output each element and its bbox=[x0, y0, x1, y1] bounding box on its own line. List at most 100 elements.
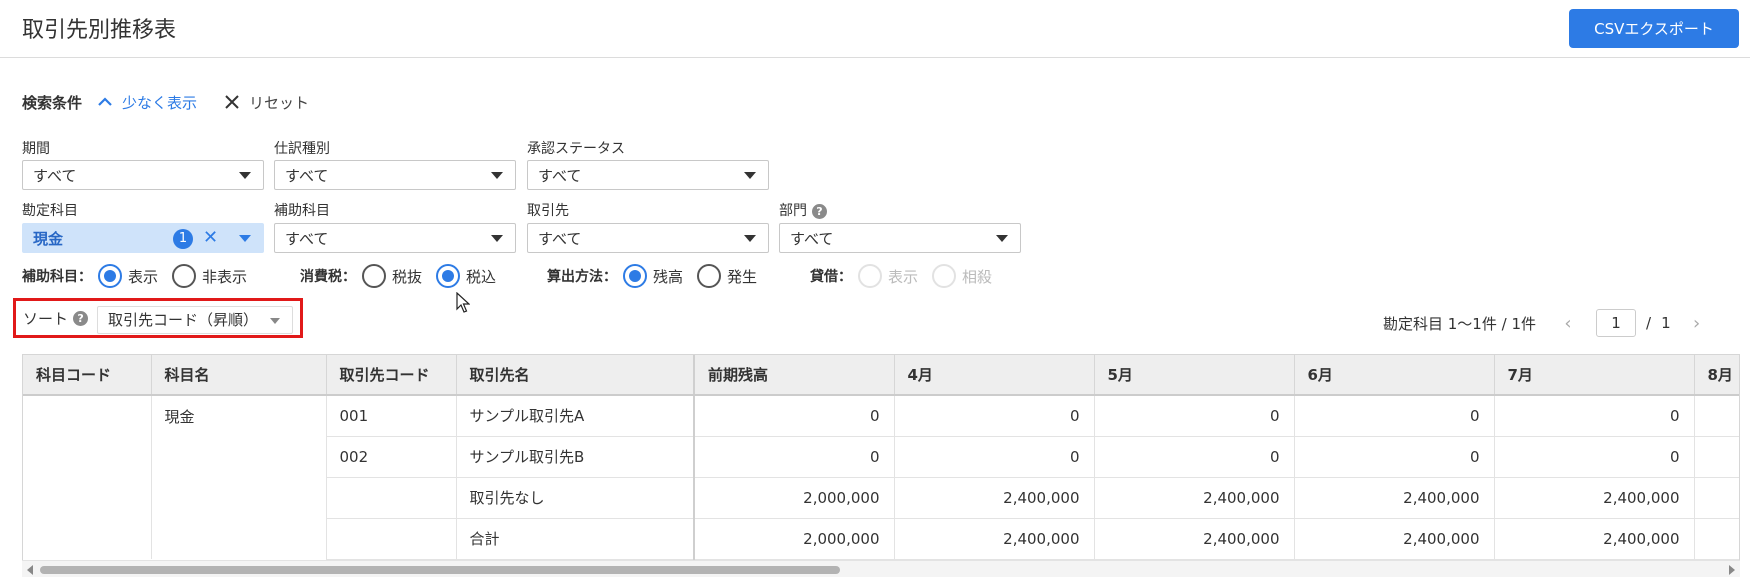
department-value: すべて bbox=[790, 229, 834, 248]
mouse-cursor-icon bbox=[456, 292, 470, 313]
radio-debit-credit-show: 表示 bbox=[858, 264, 918, 288]
prev-page-button[interactable]: ‹ bbox=[1554, 313, 1582, 334]
table-cell: 0 bbox=[1294, 436, 1495, 478]
partner-label: 取引先 bbox=[527, 203, 569, 219]
radio-disabled-icon bbox=[858, 264, 882, 288]
table-cell: 2,000,000 bbox=[694, 477, 895, 519]
radio-unchecked-icon bbox=[697, 264, 722, 288]
table-cell: 0 bbox=[694, 395, 895, 437]
table-cell: 2,400,000 bbox=[1294, 518, 1495, 560]
scroll-left-icon[interactable] bbox=[27, 565, 33, 575]
clear-icon[interactable]: ✕ bbox=[203, 227, 218, 248]
table-cell bbox=[326, 477, 457, 519]
table-cell: 2,400,000 bbox=[1494, 477, 1695, 519]
department-select[interactable]: すべて bbox=[779, 223, 1021, 253]
table-cell bbox=[23, 518, 152, 559]
journal-type-select[interactable]: すべて bbox=[274, 160, 516, 190]
tax-group: 消費税： 税抜 税込 bbox=[300, 262, 510, 290]
reset-label: リセット bbox=[249, 93, 310, 112]
radio-checked-icon bbox=[436, 264, 461, 288]
table-cell: 0 bbox=[1094, 436, 1295, 478]
radio-label: 発生 bbox=[727, 267, 758, 286]
column-header: 6月 bbox=[1294, 355, 1495, 396]
caret-down-icon bbox=[744, 172, 756, 179]
radio-disabled-icon bbox=[932, 264, 957, 288]
table-cell: サンプル取引先A bbox=[456, 395, 695, 437]
approval-status-label: 承認ステータス bbox=[527, 141, 625, 157]
table-cell: 0 bbox=[1294, 395, 1495, 437]
page-header: 取引先別推移表 CSVエクスポート bbox=[0, 0, 1750, 58]
table-header-row: 科目コード 科目名 取引先コード 取引先名 前期残高 4月 5月 6月 7月 8… bbox=[23, 355, 1739, 396]
table-cell bbox=[326, 518, 457, 560]
table-cell bbox=[1694, 518, 1739, 560]
caret-down-icon bbox=[744, 235, 756, 242]
account-label: 勘定科目 bbox=[22, 203, 78, 219]
page-number-input[interactable]: 1 bbox=[1596, 309, 1636, 337]
column-header: 4月 bbox=[894, 355, 1095, 396]
table-cell bbox=[1694, 395, 1739, 437]
table-cell: 現金 bbox=[151, 395, 327, 436]
approval-status-select[interactable]: すべて bbox=[527, 160, 769, 190]
radio-tax-excluded[interactable]: 税抜 bbox=[362, 264, 422, 288]
table-cell: 2,400,000 bbox=[1494, 518, 1695, 560]
column-header: 取引先名 bbox=[456, 355, 695, 396]
partner-select[interactable]: すべて bbox=[527, 223, 769, 253]
next-page-button[interactable]: › bbox=[1683, 313, 1711, 334]
scroll-right-icon[interactable] bbox=[1729, 565, 1735, 575]
radio-label: 表示 bbox=[128, 267, 159, 286]
account-count-badge: 1 bbox=[173, 229, 193, 249]
radio-unchecked-icon bbox=[362, 264, 386, 288]
sub-account-display-label: 補助科目： bbox=[22, 269, 92, 285]
table-cell bbox=[151, 436, 327, 477]
sub-account-label: 補助科目 bbox=[274, 203, 330, 219]
sub-account-display-group: 補助科目： 表示 非表示 bbox=[22, 262, 261, 290]
horizontal-scrollbar[interactable] bbox=[22, 560, 1740, 577]
radio-method-occurrence[interactable]: 発生 bbox=[697, 264, 757, 288]
reset-button[interactable]: リセット bbox=[225, 92, 309, 113]
table-cell: 2,000,000 bbox=[694, 518, 895, 560]
tax-label: 消費税： bbox=[300, 269, 356, 285]
show-less-label: 少なく表示 bbox=[122, 93, 198, 112]
help-icon[interactable]: ? bbox=[812, 203, 827, 219]
table-cell: 2,400,000 bbox=[1294, 477, 1495, 519]
caret-down-icon bbox=[491, 235, 503, 242]
table-cell: サンプル取引先B bbox=[456, 436, 695, 478]
sort-select[interactable]: 取引先コード（昇順） bbox=[97, 306, 293, 334]
radio-label: 表示 bbox=[888, 267, 919, 286]
journal-type-label: 仕訳種別 bbox=[274, 141, 330, 157]
table-row: 合計 2,000,000 2,400,000 2,400,000 2,400,0… bbox=[23, 518, 1739, 560]
column-header: 取引先コード bbox=[326, 355, 457, 396]
radio-sub-account-hide[interactable]: 非表示 bbox=[172, 264, 247, 288]
table-cell: 2,400,000 bbox=[1094, 477, 1295, 519]
help-icon[interactable]: ? bbox=[73, 310, 89, 326]
sub-account-value: すべて bbox=[285, 229, 329, 248]
radio-debit-credit-offset: 相殺 bbox=[932, 264, 992, 288]
column-header: 8月 bbox=[1694, 355, 1739, 396]
page-separator: / bbox=[1646, 314, 1652, 332]
show-less-toggle[interactable]: 少なく表示 bbox=[98, 92, 197, 113]
caret-down-icon bbox=[239, 235, 251, 242]
close-icon bbox=[225, 95, 239, 109]
radio-method-balance[interactable]: 残高 bbox=[623, 264, 683, 288]
debit-credit-label: 貸借： bbox=[810, 269, 852, 285]
sub-account-select[interactable]: すべて bbox=[274, 223, 516, 253]
account-select[interactable]: 現金 1 ✕ bbox=[22, 223, 264, 253]
csv-export-button[interactable]: CSVエクスポート bbox=[1569, 9, 1739, 48]
table-cell: 002 bbox=[326, 436, 457, 478]
table-cell: 2,400,000 bbox=[894, 477, 1095, 519]
department-label: 部門 bbox=[779, 203, 807, 219]
table-cell bbox=[23, 395, 152, 436]
caret-down-icon bbox=[491, 172, 503, 179]
radio-sub-account-show[interactable]: 表示 bbox=[98, 264, 158, 288]
radio-label: 税込 bbox=[466, 267, 497, 286]
column-header: 5月 bbox=[1094, 355, 1295, 396]
period-select[interactable]: すべて bbox=[22, 160, 264, 190]
radio-tax-included[interactable]: 税込 bbox=[436, 264, 496, 288]
search-conditions-label: 検索条件 bbox=[22, 93, 83, 112]
table-cell: 合計 bbox=[456, 518, 695, 560]
column-header: 科目コード bbox=[23, 355, 152, 396]
approval-status-value: すべて bbox=[538, 166, 582, 185]
caret-down-icon bbox=[270, 318, 280, 324]
scrollbar-thumb[interactable] bbox=[40, 566, 840, 574]
radio-checked-icon bbox=[623, 264, 647, 288]
